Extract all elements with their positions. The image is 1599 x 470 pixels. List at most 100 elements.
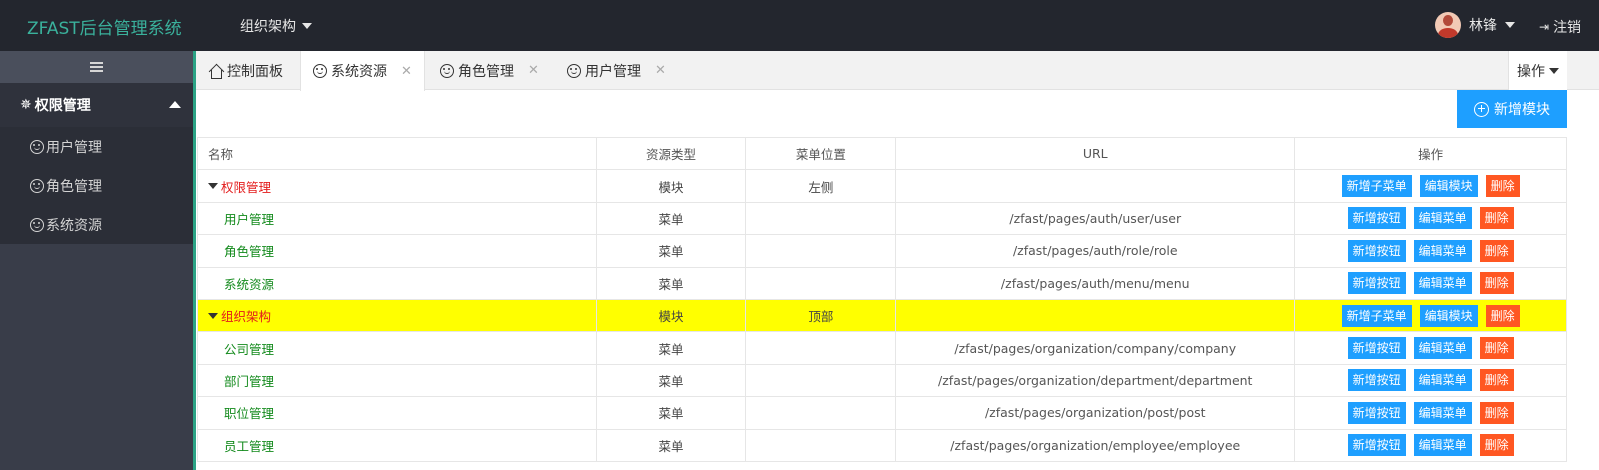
row-name[interactable]: 系统资源 bbox=[208, 277, 274, 292]
delete-button[interactable]: 删除 bbox=[1479, 272, 1514, 295]
sidebar-group-permissions[interactable]: ✵ 权限管理 bbox=[0, 83, 193, 127]
home-icon bbox=[208, 64, 223, 79]
row-name[interactable]: 用户管理 bbox=[208, 212, 274, 227]
row-url: /zfast/pages/organization/employee/emplo… bbox=[895, 428, 1296, 462]
tab-label: 用户管理 bbox=[585, 63, 641, 80]
close-icon[interactable]: ✕ bbox=[401, 64, 412, 79]
tab-bar: 控制面板 系统资源 ✕ 角色管理 ✕ 用户管理 ✕ 操作 bbox=[196, 51, 1599, 91]
add-module-button[interactable]: 新增模块 bbox=[1457, 90, 1567, 128]
row-position bbox=[745, 266, 897, 300]
smile-icon bbox=[567, 63, 581, 78]
user-name: 林锋 bbox=[1469, 18, 1497, 34]
edit-menu-button[interactable]: 编辑菜单 bbox=[1413, 272, 1472, 295]
delete-button[interactable]: 删除 bbox=[1479, 239, 1514, 262]
table-row: 角色管理 菜单 /zfast/pages/auth/role/role 新增按钮… bbox=[197, 234, 1567, 268]
tab-system-resources[interactable]: 系统资源 ✕ bbox=[300, 51, 425, 91]
row-type: 菜单 bbox=[595, 331, 747, 365]
add-button-button[interactable]: 新增按钮 bbox=[1347, 272, 1406, 295]
delete-button[interactable]: 删除 bbox=[1485, 175, 1520, 198]
tree-node-module[interactable]: 组织架构 bbox=[208, 306, 271, 325]
add-button-button[interactable]: 新增按钮 bbox=[1347, 401, 1406, 424]
row-position: 顶部 bbox=[745, 298, 897, 333]
row-name[interactable]: 公司管理 bbox=[208, 342, 274, 357]
logout-icon: ⇥ bbox=[1539, 20, 1550, 34]
delete-button[interactable]: 删除 bbox=[1479, 337, 1514, 360]
delete-button[interactable]: 删除 bbox=[1479, 207, 1514, 230]
edit-menu-button[interactable]: 编辑菜单 bbox=[1413, 239, 1472, 262]
delete-button[interactable]: 删除 bbox=[1485, 304, 1520, 327]
tab-label: 控制面板 bbox=[227, 63, 283, 80]
row-position bbox=[745, 331, 897, 365]
top-nav-org[interactable]: 组织架构 bbox=[240, 16, 312, 36]
smile-icon bbox=[313, 64, 327, 78]
add-module-label: 新增模块 bbox=[1494, 102, 1550, 118]
row-type: 菜单 bbox=[595, 363, 747, 398]
caret-down-icon bbox=[208, 183, 218, 190]
row-name: 组织架构 bbox=[221, 309, 272, 325]
operations-label: 操作 bbox=[1517, 63, 1545, 80]
sidebar-toggle[interactable] bbox=[0, 51, 193, 83]
row-name[interactable]: 部门管理 bbox=[208, 374, 274, 389]
sidebar-item-users[interactable]: 用户管理 bbox=[0, 127, 193, 166]
avatar bbox=[1435, 12, 1461, 38]
close-icon[interactable]: ✕ bbox=[528, 63, 539, 78]
add-submenu-button[interactable]: 新增子菜单 bbox=[1341, 175, 1412, 198]
add-button-button[interactable]: 新增按钮 bbox=[1347, 207, 1406, 230]
add-button-button[interactable]: 新增按钮 bbox=[1347, 337, 1406, 360]
row-position bbox=[745, 428, 897, 462]
user-menu[interactable]: 林锋 bbox=[1435, 12, 1515, 38]
sidebar-submenu: 用户管理 角色管理 系统资源 bbox=[0, 127, 193, 244]
sidebar-item-label: 角色管理 bbox=[46, 178, 102, 195]
smile-icon bbox=[30, 217, 44, 232]
sidebar-item-roles[interactable]: 角色管理 bbox=[0, 166, 193, 205]
edit-menu-button[interactable]: 编辑菜单 bbox=[1413, 369, 1472, 392]
gear-icon: ✵ bbox=[20, 97, 32, 113]
tab-dashboard[interactable]: 控制面板 bbox=[208, 51, 283, 90]
edit-module-button[interactable]: 编辑模块 bbox=[1419, 175, 1478, 198]
row-name: 权限管理 bbox=[221, 179, 272, 195]
row-name[interactable]: 员工管理 bbox=[208, 439, 274, 454]
chevron-down-icon bbox=[302, 23, 312, 29]
sidebar-item-resources[interactable]: 系统资源 bbox=[0, 205, 193, 244]
row-url: /zfast/pages/organization/post/post bbox=[895, 396, 1296, 430]
edit-menu-button[interactable]: 编辑菜单 bbox=[1413, 434, 1472, 457]
edit-module-button[interactable]: 编辑模块 bbox=[1419, 304, 1478, 327]
logout-label: 注销 bbox=[1553, 20, 1582, 36]
column-header-position: 菜单位置 bbox=[745, 136, 897, 171]
delete-button[interactable]: 删除 bbox=[1479, 369, 1514, 392]
tab-roles[interactable]: 角色管理 ✕ bbox=[440, 51, 539, 90]
add-button-button[interactable]: 新增按钮 bbox=[1347, 434, 1406, 457]
edit-menu-button[interactable]: 编辑菜单 bbox=[1413, 207, 1472, 230]
table-row-selected: 组织架构 模块 顶部 新增子菜单 编辑模块 删除 bbox=[197, 298, 1567, 333]
chevron-down-icon bbox=[1505, 22, 1515, 28]
close-icon[interactable]: ✕ bbox=[655, 63, 666, 78]
tab-label: 系统资源 bbox=[331, 64, 387, 80]
tree-node-module[interactable]: 权限管理 bbox=[208, 177, 271, 196]
sidebar-group-label: 权限管理 bbox=[34, 98, 91, 114]
edit-menu-button[interactable]: 编辑菜单 bbox=[1413, 337, 1472, 360]
add-button-button[interactable]: 新增按钮 bbox=[1347, 239, 1406, 262]
row-url: /zfast/pages/organization/company/compan… bbox=[895, 331, 1296, 365]
table-row: 公司管理 菜单 /zfast/pages/organization/compan… bbox=[197, 331, 1567, 365]
table-row: 用户管理 菜单 /zfast/pages/auth/user/user 新增按钮… bbox=[197, 201, 1567, 236]
logout-button[interactable]: ⇥ 注销 bbox=[1539, 17, 1581, 37]
row-name[interactable]: 职位管理 bbox=[208, 406, 274, 421]
column-header-actions: 操作 bbox=[1294, 136, 1567, 171]
add-submenu-button[interactable]: 新增子菜单 bbox=[1341, 304, 1412, 327]
row-type: 菜单 bbox=[595, 266, 747, 300]
delete-button[interactable]: 删除 bbox=[1479, 434, 1514, 457]
row-url: /zfast/pages/auth/role/role bbox=[895, 234, 1296, 268]
add-button-button[interactable]: 新增按钮 bbox=[1347, 369, 1406, 392]
delete-button[interactable]: 删除 bbox=[1479, 401, 1514, 424]
row-name[interactable]: 角色管理 bbox=[208, 244, 274, 259]
chevron-down-icon bbox=[1549, 67, 1559, 74]
operations-dropdown[interactable]: 操作 bbox=[1508, 51, 1567, 90]
top-nav-label: 组织架构 bbox=[240, 19, 296, 35]
tab-users[interactable]: 用户管理 ✕ bbox=[567, 51, 666, 90]
table-row: 系统资源 菜单 /zfast/pages/auth/menu/menu 新增按钮… bbox=[197, 266, 1567, 300]
edit-menu-button[interactable]: 编辑菜单 bbox=[1413, 401, 1472, 424]
sidebar: ✵ 权限管理 用户管理 角色管理 系统资源 bbox=[0, 51, 193, 470]
caret-down-icon bbox=[208, 312, 218, 319]
table-row: 职位管理 菜单 /zfast/pages/organization/post/p… bbox=[197, 396, 1567, 430]
smile-icon bbox=[440, 63, 454, 78]
